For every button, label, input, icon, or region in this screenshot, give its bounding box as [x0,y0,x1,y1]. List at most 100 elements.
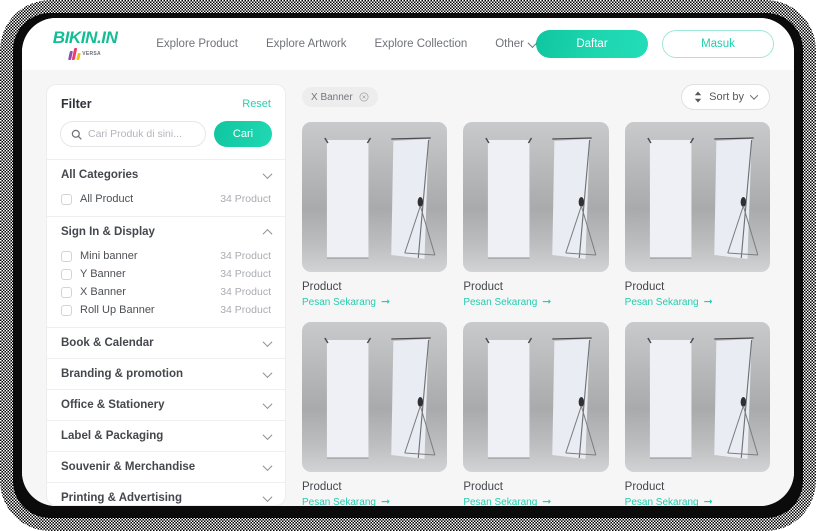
product-title: Product [302,481,342,493]
filter-group-label: Office & Stationery [61,399,165,411]
filter-group-book-calendar: Book & Calendar [47,328,285,359]
nav-item-explore-collection[interactable]: Explore Collection [375,38,468,50]
filter-title: Filter [61,97,92,111]
checkbox-icon[interactable] [61,193,72,205]
close-circle-icon[interactable] [359,92,369,102]
filter-search-row: Cari [47,121,285,160]
filter-option-count: 34 Product [220,193,271,205]
filter-group-label: Sign In & Display [61,226,155,238]
product-title: Product [463,281,503,293]
product-order-link[interactable]: Pesan Sekarang ➞ [302,496,447,507]
filter-option-count: 34 Product [220,268,271,280]
filter-option-x-banner[interactable]: X Banner 34 Product [61,283,271,301]
filter-group-sign-in-display: Sign In & Display Mini banner 34 Product… [47,217,285,328]
x-banner-stand-photo-icon [485,337,597,459]
nav-item-explore-product[interactable]: Explore Product [156,38,238,50]
sort-by-dropdown[interactable]: Sort by [681,84,770,110]
nav-label: Other [495,38,524,50]
product-thumbnail [302,322,448,472]
search-submit-button[interactable]: Cari [214,121,272,147]
register-button[interactable]: Daftar [536,30,648,58]
checkbox-icon[interactable] [61,250,72,262]
chevron-down-icon [262,367,273,378]
filter-group-label: Branding & promotion [61,368,184,380]
product-card[interactable]: Product Pesan Sekarang ➞ [302,122,448,309]
chevron-down-icon [262,398,273,409]
filter-group-label-packaging: Label & Packaging [47,421,285,452]
login-button[interactable]: Masuk [662,30,774,58]
arrow-right-icon: ➞ [380,496,391,507]
chevron-down-icon [262,429,273,440]
product-thumbnail [463,122,609,272]
chevron-down-icon [749,91,759,100]
nav-label: Explore Collection [374,38,468,50]
checkbox-icon[interactable] [61,268,72,280]
nav-label: Explore Artwork [266,38,347,50]
product-cta-label: Pesan Sekarang [624,497,699,506]
product-cta-label: Pesan Sekarang [302,297,376,308]
search-input[interactable] [88,128,195,140]
screenshot-root: BIKIN.IN VERSA Explore Product Explore A… [0,0,816,531]
search-box[interactable] [60,121,206,147]
checkbox-icon[interactable] [61,304,72,316]
filter-option-count: 34 Product [220,286,271,298]
product-order-link[interactable]: Pesan Sekarang ➞ [624,297,770,309]
filter-group-label: Souvenir & Merchandise [61,461,196,473]
filter-option-y-banner[interactable]: Y Banner 34 Product [61,265,271,283]
product-card[interactable]: Product Pesan Sekarang ➞ [302,322,448,507]
filter-option-all-product[interactable]: All Product 34 Product [61,190,271,208]
arrow-right-icon: ➞ [542,296,552,308]
product-card[interactable]: Product Pesan Sekarang ➞ [624,122,770,309]
product-card[interactable]: Product Pesan Sekarang ➞ [463,122,609,309]
product-order-link[interactable]: Pesan Sekarang ➞ [463,296,608,309]
arrow-right-icon: ➞ [542,496,552,507]
filter-group-office-stationery: Office & Stationery [47,390,285,421]
filter-group-header[interactable]: Office & Stationery [47,390,285,420]
product-title: Product [624,481,665,493]
filter-group-header[interactable]: Sign In & Display [47,217,285,247]
filter-group-header[interactable]: Branding & promotion [47,359,285,389]
arrow-right-icon: ➞ [703,496,713,507]
filter-header: Filter Reset [47,85,285,121]
filter-sidebar: Filter Reset Cari A [46,84,286,506]
filter-option-label: Roll Up Banner [80,304,155,316]
filter-group-header[interactable]: Souvenir & Merchandise [47,452,285,482]
filter-group-label: Printing & Advertising [61,492,182,504]
x-banner-stand-photo-icon [646,137,759,259]
filter-group-header[interactable]: Label & Packaging [47,421,285,451]
active-filter-chip-x-banner[interactable]: X Banner [302,87,378,107]
brand-logo[interactable]: BIKIN.IN VERSA [46,29,124,60]
product-card[interactable]: Product Pesan Sekarang ➞ [624,322,770,507]
nav-item-other[interactable]: Other [495,37,538,50]
site-header: BIKIN.IN VERSA Explore Product Explore A… [22,18,794,70]
filter-group-label: Book & Calendar [61,337,154,349]
filter-group-header[interactable]: Book & Calendar [47,328,285,358]
filter-option-label: Mini banner [80,250,138,262]
product-cta-label: Pesan Sekarang [624,297,699,308]
product-order-link[interactable]: Pesan Sekarang ➞ [463,496,608,507]
filter-option-roll-up-banner[interactable]: Roll Up Banner 34 Product [61,301,271,319]
product-title: Product [302,281,342,293]
filter-option-label: All Product [80,193,134,205]
checkbox-icon[interactable] [61,286,72,298]
filter-group-label: All Categories [61,169,139,181]
results-toolbar: X Banner Sort by [302,84,770,110]
product-results: X Banner Sort by Product Pesan Sekarang … [302,84,770,506]
filter-option-label: Y Banner [80,268,126,280]
filter-group-header[interactable]: All Categories [47,160,285,190]
product-grid: Product Pesan Sekarang ➞ Product Pesan S… [302,122,770,506]
nav-item-explore-artwork[interactable]: Explore Artwork [266,38,347,50]
filter-option-label: X Banner [80,286,126,298]
product-order-link[interactable]: Pesan Sekarang ➞ [624,496,770,507]
filter-option-count: 34 Product [220,304,271,316]
product-title: Product [463,481,503,493]
product-order-link[interactable]: Pesan Sekarang ➞ [302,297,447,309]
product-card[interactable]: Product Pesan Sekarang ➞ [463,322,609,507]
primary-nav: Explore Product Explore Artwork Explore … [156,37,538,50]
versa-mark-icon [68,47,81,60]
filter-group-header[interactable]: Printing & Advertising [47,483,285,505]
filter-reset-link[interactable]: Reset [242,98,271,110]
chip-label: X Banner [311,91,353,103]
filter-option-mini-banner[interactable]: Mini banner 34 Product [61,247,271,265]
filter-group-branding-promotion: Branding & promotion [47,359,285,390]
